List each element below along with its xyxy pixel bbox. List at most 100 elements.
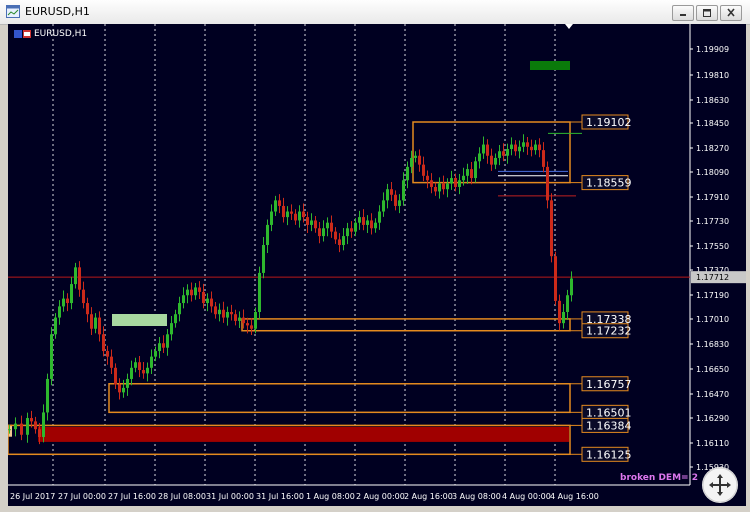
time-axis-label: 4 Aug 00:00: [502, 492, 551, 501]
candle-body: [182, 295, 185, 304]
candle-body: [550, 200, 553, 257]
time-axis-label: 3 Aug 08:00: [452, 492, 501, 501]
price-axis-label: 1.17010: [696, 315, 729, 324]
price-chart[interactable]: 1.19909 1.19810 1.18630 1.18450 1.18270 1.180…: [8, 24, 746, 506]
candle-body: [350, 228, 353, 232]
candle-body: [570, 278, 573, 296]
candle-body: [298, 211, 301, 221]
candle-body: [210, 298, 213, 307]
candle-body: [438, 183, 441, 192]
demand-zone-fill: [38, 426, 569, 442]
candle-body: [442, 183, 445, 190]
candle-body: [186, 289, 189, 296]
candle-body: [402, 180, 405, 201]
candle-body: [502, 151, 505, 156]
candle-body: [374, 222, 377, 229]
candle-body: [214, 306, 217, 315]
candle-body: [198, 287, 201, 292]
level-label: 1.17232: [586, 325, 632, 338]
candle-body: [218, 309, 221, 315]
candle-body: [174, 314, 177, 324]
candle-body: [262, 245, 265, 273]
candle-body: [554, 256, 557, 301]
candle-body: [114, 367, 117, 385]
price-axis-label: 1.16290: [696, 414, 729, 423]
candle-body: [546, 166, 549, 201]
candle-body: [378, 211, 381, 223]
chart-area[interactable]: 1.19909 1.19810 1.18630 1.18450 1.18270 1.180…: [8, 24, 746, 506]
time-axis-label: 4 Aug 16:00: [550, 492, 599, 501]
candle-body: [38, 429, 41, 438]
price-axis-label: 1.18270: [696, 144, 729, 153]
candle-body: [166, 334, 169, 348]
candle-body: [266, 224, 269, 246]
candle-body: [542, 150, 545, 167]
level-label: 1.18559: [586, 177, 632, 190]
candle-body: [142, 370, 145, 374]
candle-body: [370, 220, 373, 229]
candle-body: [14, 423, 17, 430]
candle-body: [274, 200, 277, 212]
price-axis-label: 1.19909: [696, 45, 729, 54]
candle-body: [330, 222, 333, 232]
candle-body: [426, 175, 429, 181]
candle-body: [26, 418, 29, 435]
candle-body: [346, 228, 349, 237]
candle-body: [322, 228, 325, 237]
candle-body: [470, 169, 473, 179]
window-title: EURUSD,H1: [25, 5, 90, 18]
price-axis-label: 1.18450: [696, 119, 729, 128]
candle-body: [106, 351, 109, 357]
candle-body: [50, 334, 53, 379]
price-axis-label: 1.16110: [696, 439, 729, 448]
candle-body: [46, 378, 49, 413]
candle-body: [358, 217, 361, 223]
candle-body: [230, 311, 233, 315]
minimize-button[interactable]: [672, 5, 694, 21]
level-label: 1.16501: [586, 406, 632, 419]
candle-body: [250, 325, 253, 329]
candle-body: [306, 217, 309, 225]
candle-body: [326, 222, 329, 229]
candle-body: [538, 144, 541, 151]
candle-body: [170, 323, 173, 335]
candle-body: [314, 220, 317, 229]
candle-body: [562, 311, 565, 324]
title-bar[interactable]: EURUSD,H1: [0, 0, 750, 25]
candle-body: [474, 161, 477, 179]
chart-window: EURUSD,H1 1.19909 1.19810 1.18630 1.18450 1.…: [0, 0, 750, 512]
candle-body: [530, 146, 533, 151]
candle-body: [130, 367, 133, 379]
candle-body: [258, 272, 261, 312]
candle-body: [430, 180, 433, 187]
candle-body: [206, 298, 209, 304]
candle-body: [278, 200, 281, 206]
candle-body: [202, 291, 205, 304]
candle-body: [282, 205, 285, 218]
candle-body: [494, 157, 497, 165]
price-axis-label: 1.18630: [696, 96, 729, 105]
move-chart-button[interactable]: [702, 467, 738, 503]
candle-body: [366, 220, 369, 225]
candle-body: [342, 236, 345, 246]
candle-body: [70, 284, 73, 304]
level-label: 1.16384: [586, 419, 632, 432]
candle-body: [42, 412, 45, 438]
candle-body: [518, 146, 521, 152]
restore-button[interactable]: [696, 5, 718, 21]
candle-body: [338, 239, 341, 246]
candle-body: [466, 169, 469, 176]
candle-body: [522, 142, 525, 147]
candle-body: [302, 211, 305, 218]
candle-body: [190, 289, 193, 296]
chart-window-icon: [6, 5, 20, 18]
supply-zone-block: [112, 314, 167, 326]
window-bottom-border: [0, 506, 750, 512]
time-axis-label: 2 Aug 16:00: [404, 492, 453, 501]
candle-body: [62, 298, 65, 307]
close-button[interactable]: [720, 5, 742, 21]
candle-body: [178, 303, 181, 315]
candle-body: [254, 311, 257, 329]
resistance-block: [530, 61, 570, 70]
candle-body: [478, 153, 481, 162]
